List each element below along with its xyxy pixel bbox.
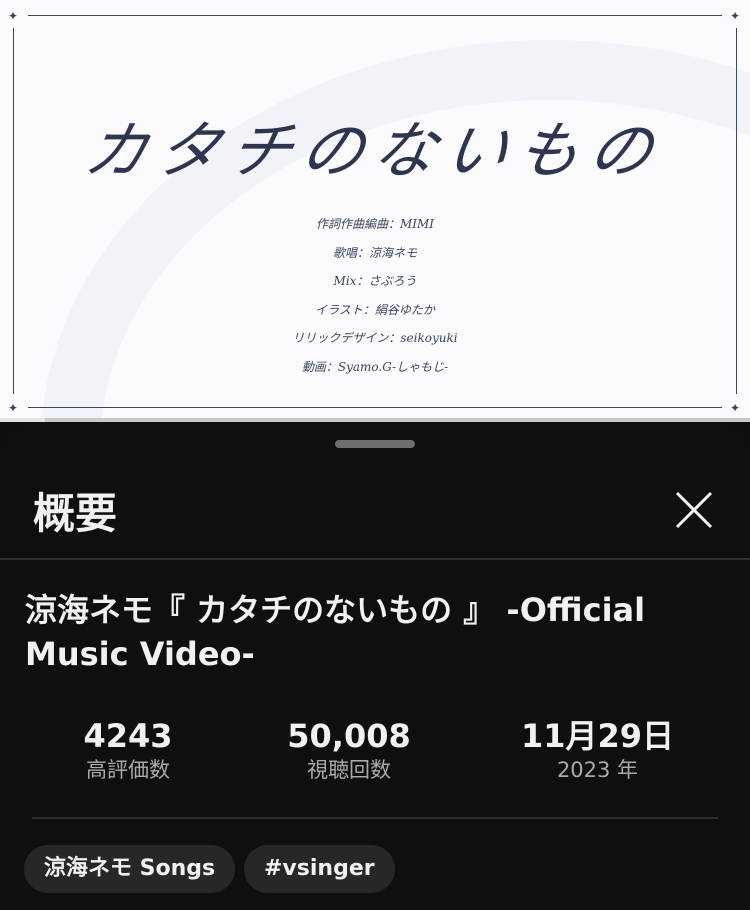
stat-value: 4243 [83,717,173,755]
stats-divider [32,817,718,819]
stat-likes: 4243 高評価数 [48,716,208,784]
stat-value: 50,008 [287,717,411,755]
stat-label: 高評価数 [86,758,170,782]
frame-corner-star-icon: ✦ [730,401,741,415]
description-sheet: 概要 涼海ネモ『 カタチのないもの 』 -Official Music Vide… [0,424,750,910]
credit-line: イラスト：絹谷ゆたか [315,302,435,317]
tag-chip[interactable]: #vsinger [244,845,395,893]
frame-bottom-line [28,407,722,408]
video-player[interactable]: ✦ ✦ ✦ ✦ カタチのないもの 作詞作曲編曲：MIMI 歌唱：涼海ネモ Mix… [0,0,750,420]
video-progress-bar[interactable] [0,418,750,422]
credit-line: Mix：さぶろう [333,274,417,288]
frame-corner-star-icon: ✦ [8,401,19,415]
stat-date: 11月29日 2023 年 [505,716,690,784]
credit-line: リリックデザイン：seikoyuki [292,331,458,345]
frame-top-line [28,15,722,16]
credit-line: 作詞作曲編曲：MIMI [315,217,435,231]
close-button[interactable] [672,488,716,532]
credit-line: 動画：Syamo.G-しゃもじ- [301,359,449,374]
sheet-title: 概要 [33,489,118,538]
stat-value: 11月29日 [520,717,675,755]
credit-line: 歌唱：涼海ネモ [332,245,417,260]
video-progress-fill [0,418,45,422]
close-icon [675,491,713,529]
stat-label: 視聴回数 [307,758,391,782]
video-title-art: カタチのないもの [78,114,670,187]
frame-corner-star-icon: ✦ [730,9,741,23]
video-title: 涼海ネモ『 カタチのないもの 』 -Official Music Video- [25,591,646,673]
stat-views: 50,008 視聴回数 [264,716,434,784]
frame-corner-star-icon: ✦ [8,9,19,23]
header-divider [0,558,750,560]
stat-label: 2023 年 [556,758,639,782]
video-credits: 作詞作曲編曲：MIMI 歌唱：涼海ネモ Mix：さぶろう イラスト：絹谷ゆたか … [0,210,750,381]
tag-chip[interactable]: 涼海ネモ Songs [24,845,236,893]
drag-handle[interactable] [335,440,415,448]
